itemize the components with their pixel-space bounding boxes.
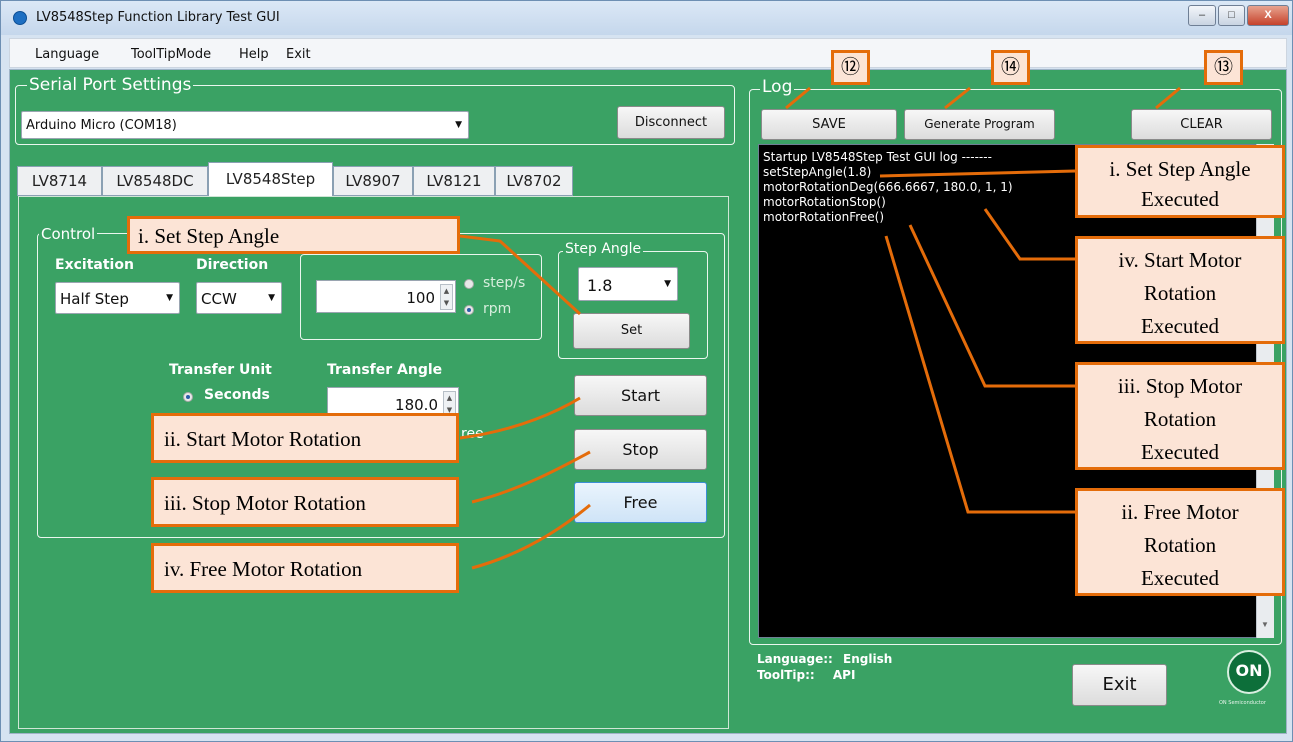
callout-set-step-angle: i. Set Step Angle [127,216,460,254]
leader-line [471,450,591,504]
callout-free-motor-executed: ii. Free Motor Rotation Executed [1075,488,1285,596]
callout-stop-motor-executed: iii. Stop Motor Rotation Executed [1075,362,1285,470]
callout-start-motor-executed: iv. Start Motor Rotation Executed [1075,236,1285,344]
leader-line [908,224,1075,388]
callout-free-motor-rotation: iv. Free Motor Rotation [151,543,459,593]
leader-line [879,169,1076,178]
leader-line [944,86,971,110]
leader-line [471,503,591,570]
callout-stop-motor-rotation: iii. Stop Motor Rotation [151,477,459,527]
callout-number-12: ⑫ [831,50,870,85]
callout-number-14: ⑭ [991,50,1030,85]
leader-line [983,208,1075,261]
callout-start-motor-rotation: ii. Start Motor Rotation [151,413,459,463]
callout-number-13: ⑬ [1204,50,1243,85]
leader-line [1155,86,1181,110]
leader-line [459,396,581,440]
callout-set-step-angle-executed: i. Set Step Angle Executed [1075,145,1285,218]
leader-line [459,234,582,316]
leader-line [785,86,811,110]
